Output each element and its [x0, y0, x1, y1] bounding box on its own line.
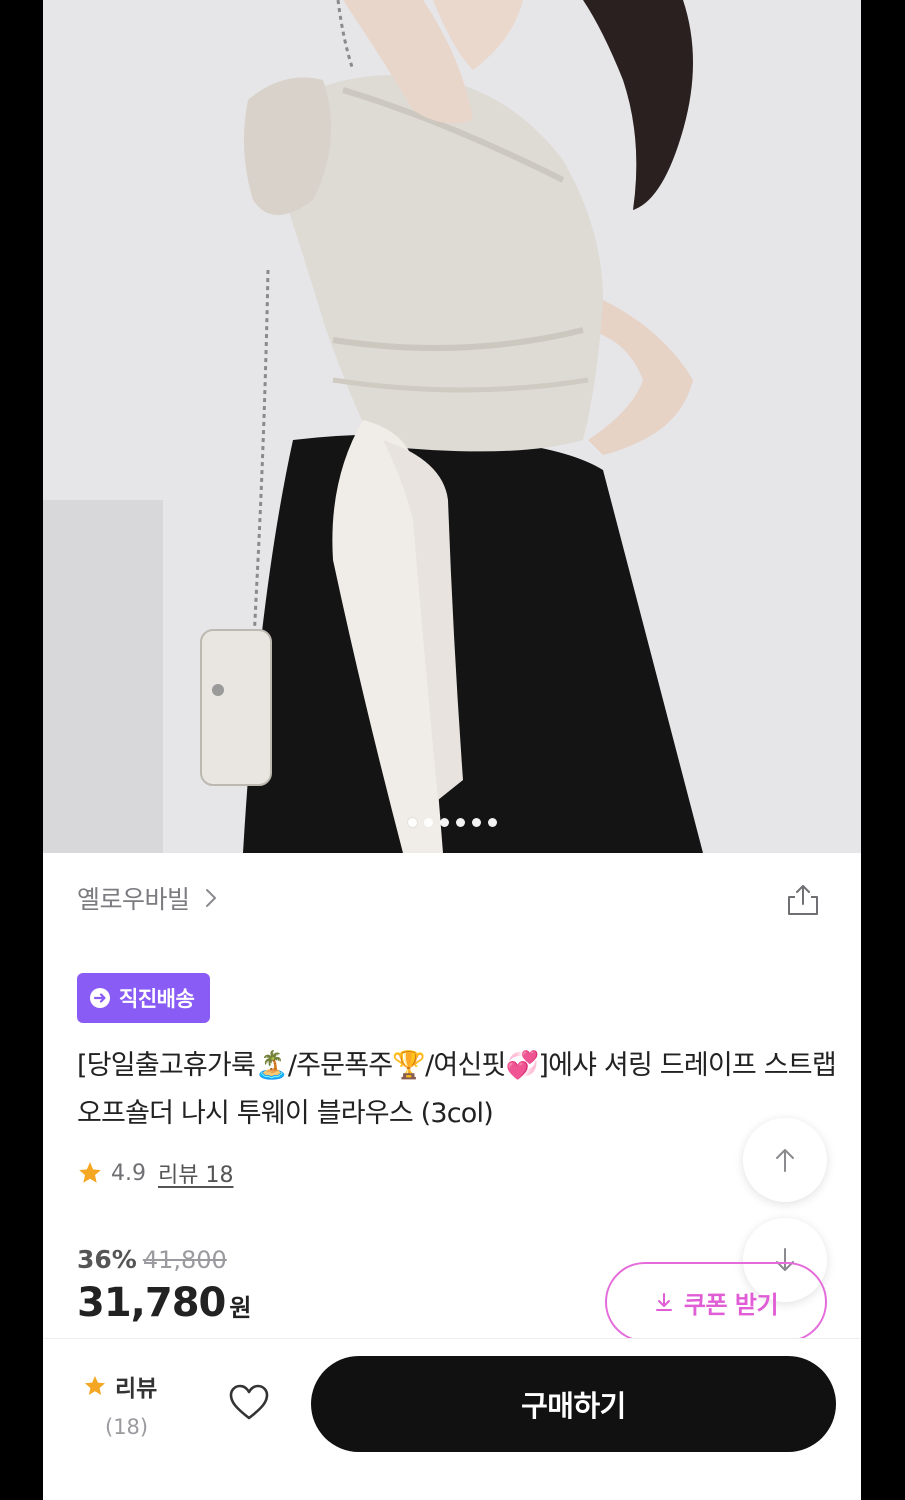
product-title: [당일출고휴가룩🏝️/주문폭주🏆/여신핏💞]에샤 셔링 드레이프 스트랩 오프숄…: [77, 1050, 837, 1129]
store-link[interactable]: 옐로우바빌: [77, 880, 218, 916]
arrow-up-icon: [776, 1149, 794, 1172]
direct-delivery-badge: 직진배송: [77, 973, 211, 1023]
star-icon: [85, 1376, 105, 1395]
product-photo: [43, 0, 861, 853]
price-currency: 원: [229, 1294, 252, 1322]
coupon-button[interactable]: 쿠폰 받기: [605, 1262, 827, 1342]
scroll-up-button[interactable]: [743, 1118, 827, 1202]
badge-label: 직진배송: [119, 987, 195, 1011]
price-value: 31,780: [77, 1280, 226, 1326]
product-image-carousel[interactable]: [43, 0, 861, 853]
bottom-review-count: (18): [105, 1415, 149, 1439]
share-icon[interactable]: [785, 882, 821, 918]
carousel-dot[interactable]: [455, 818, 465, 827]
discount-info: 36% 41,800: [77, 1245, 227, 1274]
rating-summary: 4.9 리뷰 18: [77, 1157, 233, 1189]
star-icon: [79, 1162, 101, 1183]
rating-score: 4.9: [111, 1160, 146, 1186]
heart-icon[interactable]: [228, 1383, 270, 1421]
product-detail-screen: 옐로우바빌 직진배송 [당일출고휴가룩🏝️/주문폭주🏆/여신핏💞]에샤 셔링 드…: [43, 0, 861, 1500]
delivery-arrow-icon: [90, 988, 110, 1008]
carousel-dot[interactable]: [439, 818, 449, 827]
download-icon: [655, 1293, 672, 1311]
carousel-dot[interactable]: [487, 818, 497, 827]
carousel-dot[interactable]: [407, 818, 417, 827]
bottom-review-button[interactable]: 리뷰 (18): [83, 1369, 173, 1439]
bottom-action-bar: 리뷰 (18) 구매하기: [43, 1338, 861, 1500]
coupon-label: 쿠폰 받기: [683, 1290, 779, 1319]
carousel-dot[interactable]: [471, 818, 481, 827]
original-price: 41,800: [142, 1246, 227, 1274]
carousel-indicator: [43, 818, 861, 827]
store-name: 옐로우바빌: [77, 885, 190, 914]
sale-price: 31,780 원: [77, 1280, 251, 1326]
chevron-right-icon: [205, 889, 216, 907]
discount-rate: 36%: [77, 1245, 137, 1274]
carousel-dot[interactable]: [423, 818, 433, 827]
buy-button[interactable]: 구매하기: [311, 1356, 836, 1452]
review-link[interactable]: 리뷰 18: [158, 1157, 233, 1189]
bottom-review-label: 리뷰: [115, 1376, 158, 1402]
